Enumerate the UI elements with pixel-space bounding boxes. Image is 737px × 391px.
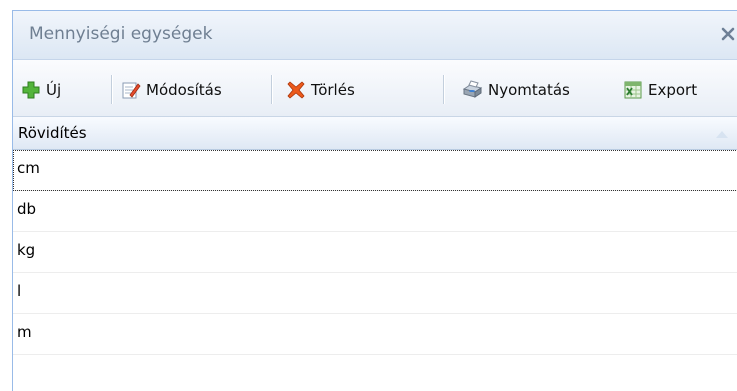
table-row[interactable]: l: [13, 273, 737, 314]
cell-abbreviation: cm: [17, 159, 40, 177]
export-label: Export: [648, 81, 698, 99]
delete-label: Törlés: [311, 81, 355, 99]
dialog-window: Mennyiségi egységek Új Módosítás Törlés …: [12, 10, 737, 391]
print-label: Nyomtatás: [488, 81, 570, 99]
export-button[interactable]: Export: [623, 79, 697, 101]
toolbar-separator: [271, 75, 273, 104]
cell-abbreviation: db: [17, 200, 37, 218]
table-row[interactable]: kg: [13, 232, 737, 273]
delete-button[interactable]: Törlés: [286, 79, 355, 101]
column-header-abbreviation[interactable]: Rövidítés: [13, 117, 737, 150]
print-button[interactable]: Nyomtatás: [461, 79, 570, 101]
toolbar: Új Módosítás Törlés Nyomtatás Export: [13, 60, 737, 117]
edit-button[interactable]: Módosítás: [121, 79, 222, 101]
title-bar: Mennyiségi egységek: [13, 11, 737, 60]
cell-abbreviation: l: [17, 282, 22, 300]
table-row[interactable]: cm: [13, 150, 737, 191]
sort-ascending-icon: [716, 131, 728, 138]
close-icon[interactable]: [718, 23, 737, 45]
printer-icon: [462, 80, 483, 98]
toolbar-separator: [443, 75, 445, 104]
delete-icon: [287, 81, 305, 99]
edit-label: Módosítás: [146, 81, 222, 99]
table-row[interactable]: m: [13, 314, 737, 355]
new-button[interactable]: Új: [21, 79, 61, 101]
cell-abbreviation: kg: [17, 241, 36, 259]
edit-icon: [122, 82, 141, 99]
cell-abbreviation: m: [17, 323, 32, 341]
window-title: Mennyiségi egységek: [29, 24, 213, 44]
toolbar-separator: [111, 75, 113, 104]
new-label: Új: [46, 81, 62, 99]
excel-icon: [624, 81, 642, 99]
column-header-label: Rövidítés: [18, 124, 87, 142]
table-row[interactable]: db: [13, 191, 737, 232]
plus-icon: [22, 81, 40, 99]
